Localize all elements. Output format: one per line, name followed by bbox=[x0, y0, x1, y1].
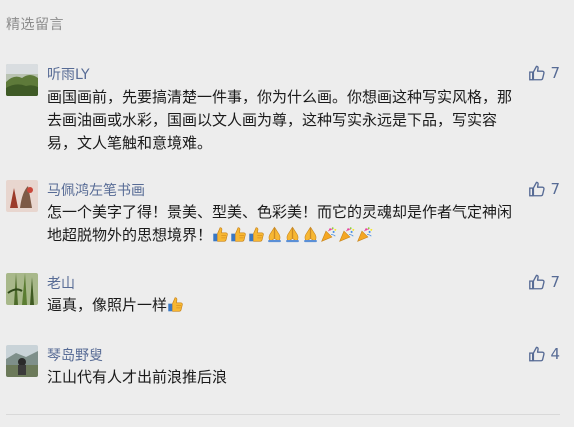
thumbs-up-emoji bbox=[230, 226, 247, 243]
avatar[interactable] bbox=[6, 273, 38, 305]
comment-text: 逼真，像照片一样 bbox=[47, 294, 565, 317]
thumbs-up-emoji bbox=[212, 226, 229, 243]
like-button[interactable]: 7 bbox=[528, 63, 560, 83]
praying-hands-emoji bbox=[302, 226, 319, 243]
thumbs-up-icon bbox=[528, 180, 546, 198]
like-count: 7 bbox=[550, 273, 560, 291]
comment-line: 易，文人笔触和意境难。 bbox=[47, 134, 213, 152]
thumbs-up-icon bbox=[528, 64, 546, 82]
like-button[interactable]: 4 bbox=[528, 344, 560, 364]
comment-line: 去画油画或水彩，国画以文人画为尊，这种写实永远是下品，写实容 bbox=[47, 111, 498, 129]
nickname[interactable]: 听雨LY bbox=[47, 64, 90, 84]
comment-text: 画国画前，先要搞清楚一件事，你为什么画。你想画这种写实风格，那 去画油画或水彩，… bbox=[47, 86, 565, 155]
nickname[interactable]: 马佩鸿左笔书画 bbox=[47, 180, 145, 200]
party-popper-emoji bbox=[320, 226, 337, 243]
like-count: 7 bbox=[550, 64, 560, 82]
comment-line: 画国画前，先要搞清楚一件事，你为什么画。你想画这种写实风格，那 bbox=[47, 88, 513, 106]
comment-line: 怎一个美字了得！景美、型美、色彩美！而它的灵魂却是作者气定神闲 bbox=[47, 203, 513, 221]
avatar[interactable] bbox=[6, 64, 38, 96]
nickname[interactable]: 老山 bbox=[47, 273, 75, 293]
like-button[interactable]: 7 bbox=[528, 179, 560, 199]
comment-line: 地超脱物外的思想境界！ bbox=[47, 224, 565, 247]
praying-hands-emoji bbox=[284, 226, 301, 243]
thumbs-up-icon bbox=[528, 273, 546, 291]
avatar[interactable] bbox=[6, 180, 38, 212]
comment-line: 江山代有人才出前浪推后浪 bbox=[47, 368, 228, 386]
praying-hands-emoji bbox=[266, 226, 283, 243]
comment-line: 逼真，像照片一样 bbox=[47, 294, 565, 317]
comment-line-text: 逼真，像照片一样 bbox=[47, 296, 168, 314]
nickname[interactable]: 琴岛野叟 bbox=[47, 345, 103, 365]
divider bbox=[6, 414, 560, 415]
thumbs-up-emoji bbox=[248, 226, 265, 243]
section-title: 精选留言 bbox=[6, 17, 64, 33]
party-popper-emoji bbox=[338, 226, 355, 243]
comment-text: 怎一个美字了得！景美、型美、色彩美！而它的灵魂却是作者气定神闲 地超脱物外的思想… bbox=[47, 201, 565, 247]
comment-text: 江山代有人才出前浪推后浪 bbox=[47, 366, 565, 389]
thumbs-up-emoji bbox=[167, 296, 184, 313]
like-count: 4 bbox=[550, 345, 560, 363]
avatar[interactable] bbox=[6, 345, 38, 377]
thumbs-up-icon bbox=[528, 345, 546, 363]
like-button[interactable]: 7 bbox=[528, 272, 560, 292]
party-popper-emoji bbox=[356, 226, 373, 243]
comment-line-text: 地超脱物外的思想境界！ bbox=[47, 226, 213, 244]
like-count: 7 bbox=[550, 180, 560, 198]
